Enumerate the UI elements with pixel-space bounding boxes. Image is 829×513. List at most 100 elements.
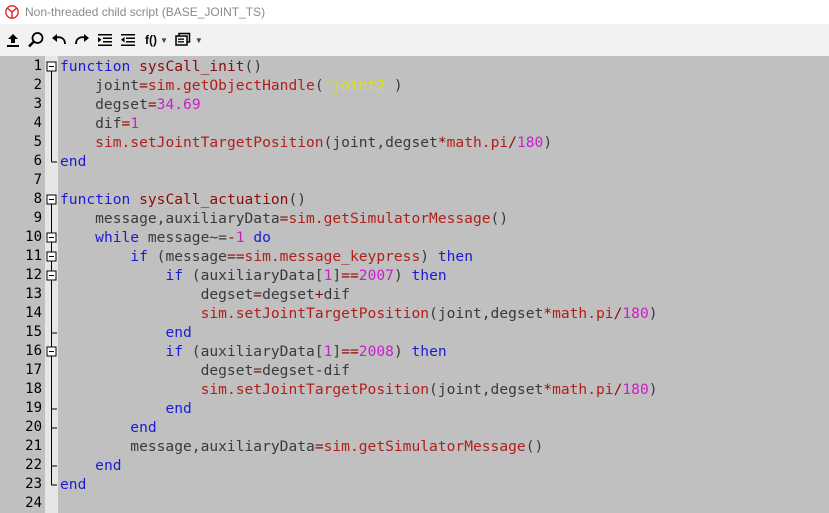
code-line[interactable]: 2 joint=sim.getObjectHandle('joint2') (0, 76, 829, 95)
code-line[interactable]: 24 (0, 494, 829, 513)
snippets-dropdown[interactable]: ▼ (175, 29, 203, 51)
code-token: sim.getObjectHandle (147, 77, 315, 94)
code-text[interactable]: if (auxiliaryData[1]==2007) then (60, 266, 447, 285)
code-line[interactable]: 22 end (0, 456, 829, 475)
fold-toggle-icon[interactable] (45, 190, 58, 209)
chevron-down-icon: ▼ (194, 35, 203, 45)
search-button[interactable] (26, 29, 46, 51)
fold-toggle-icon[interactable] (45, 266, 58, 285)
code-token: ( (314, 77, 324, 94)
code-text[interactable]: end (60, 323, 191, 342)
undo-icon (52, 34, 66, 45)
line-number: 1 (33, 58, 42, 74)
code-token: 1 (235, 229, 245, 246)
line-number: 8 (33, 191, 42, 207)
code-token: ) (393, 343, 412, 360)
line-number: 23 (25, 476, 42, 492)
code-line[interactable]: 18 sim.setJointTargetPosition(joint,degs… (0, 380, 829, 399)
code-token: degset (60, 96, 148, 113)
code-token: (auxiliaryData[ (183, 343, 324, 360)
code-line[interactable]: 17 degset=degset-dif (0, 361, 829, 380)
code-line[interactable]: 16 if (auxiliaryData[1]==2008) then (0, 342, 829, 361)
code-line[interactable]: 21 message,auxiliaryData=sim.getSimulato… (0, 437, 829, 456)
code-token: ) (648, 381, 658, 398)
code-token: 2008 (358, 343, 394, 360)
fold-guide (51, 361, 52, 380)
line-number: 24 (25, 495, 42, 511)
indent-button[interactable] (95, 29, 115, 51)
code-line[interactable]: 19 end (0, 399, 829, 418)
fold-toggle-icon[interactable] (45, 57, 58, 76)
code-line[interactable]: 12 if (auxiliaryData[1]==2007) then (0, 266, 829, 285)
code-token: then (411, 267, 447, 284)
line-number: 9 (33, 210, 42, 226)
code-text[interactable]: sim.setJointTargetPosition(joint,degset*… (60, 380, 658, 399)
code-line[interactable]: 6 end (0, 152, 829, 171)
title-bar: Non-threaded child script (BASE_JOINT_TS… (0, 0, 829, 24)
code-text[interactable]: end (60, 399, 191, 418)
fold-toggle-icon[interactable] (45, 342, 58, 361)
code-text[interactable]: degset=34.69 (60, 95, 200, 114)
outdent-button[interactable] (118, 29, 138, 51)
code-line[interactable]: 13 degset=degset+dif (0, 285, 829, 304)
fold-guide (51, 285, 52, 304)
code-text[interactable]: dif=1 (60, 114, 139, 133)
line-number: 6 (33, 153, 42, 169)
code-text[interactable]: while message~=-1 do (60, 228, 271, 247)
code-text[interactable]: degset=degset-dif (60, 361, 350, 380)
code-text[interactable]: degset=degset+dif (60, 285, 350, 304)
code-token: sim.message_keypress (244, 248, 421, 265)
code-line[interactable]: 23 end (0, 475, 829, 494)
code-token: if (130, 248, 148, 265)
functions-dropdown[interactable]: f() ▼ (145, 29, 168, 51)
line-number: 12 (25, 267, 42, 283)
code-token: sysCall_actuation (139, 191, 289, 208)
undo-button[interactable] (49, 29, 69, 51)
code-text[interactable]: if (message==sim.message_keypress) then (60, 247, 473, 266)
code-line[interactable]: 9 message,auxiliaryData=sim.getSimulator… (0, 209, 829, 228)
code-line[interactable]: 7 (0, 171, 829, 190)
fold-toggle-icon[interactable] (45, 247, 58, 266)
code-text[interactable]: message,auxiliaryData=sim.getSimulatorMe… (60, 209, 508, 228)
code-text[interactable]: sim.setJointTargetPosition(joint,degset*… (60, 304, 658, 323)
code-text[interactable]: end (60, 418, 156, 437)
upload-button[interactable] (3, 29, 23, 51)
code-token: (message (147, 248, 227, 265)
redo-button[interactable] (72, 29, 92, 51)
code-text[interactable]: function sysCall_init() (60, 57, 262, 76)
code-text[interactable]: if (auxiliaryData[1]==2008) then (60, 342, 446, 361)
line-number: 20 (25, 419, 42, 435)
code-text[interactable]: message,auxiliaryData=sim.getSimulatorMe… (60, 437, 543, 456)
code-text[interactable]: sim.setJointTargetPosition(joint,degset*… (60, 133, 552, 152)
line-number: 15 (25, 324, 42, 340)
code-token: do (253, 229, 271, 246)
code-token: 180 (516, 134, 544, 151)
code-line[interactable]: 4 dif=1 (0, 114, 829, 133)
code-line[interactable]: 1 function sysCall_init() (0, 57, 829, 76)
line-number: 19 (25, 400, 42, 416)
code-token: () (490, 210, 509, 227)
code-text[interactable]: end (60, 456, 121, 475)
code-text[interactable]: end (60, 475, 86, 494)
code-token: * (543, 305, 553, 322)
code-text[interactable]: joint=sim.getObjectHandle('joint2') (60, 76, 403, 95)
code-text[interactable]: function sysCall_actuation() (60, 190, 306, 209)
line-number: 22 (25, 457, 42, 473)
code-text[interactable]: end (60, 152, 86, 171)
code-line[interactable]: 3 degset=34.69 (0, 95, 829, 114)
code-editor[interactable]: 1 function sysCall_init() 2 joint=sim.getO… (0, 56, 829, 513)
code-line[interactable]: 11 if (message==sim.message_keypress) th… (0, 247, 829, 266)
code-line[interactable]: 5 sim.setJointTargetPosition(joint,degse… (0, 133, 829, 152)
code-line[interactable]: 20 end (0, 418, 829, 437)
code-line[interactable]: 10 while message~=-1 do (0, 228, 829, 247)
code-token: - (226, 229, 236, 246)
code-line[interactable]: 15 end (0, 323, 829, 342)
code-token: end (60, 476, 87, 493)
fold-toggle-icon[interactable] (45, 228, 58, 247)
code-line[interactable]: 14 sim.setJointTargetPosition(joint,degs… (0, 304, 829, 323)
fold-guide (51, 418, 57, 437)
code-line[interactable]: 8 function sysCall_actuation() (0, 190, 829, 209)
